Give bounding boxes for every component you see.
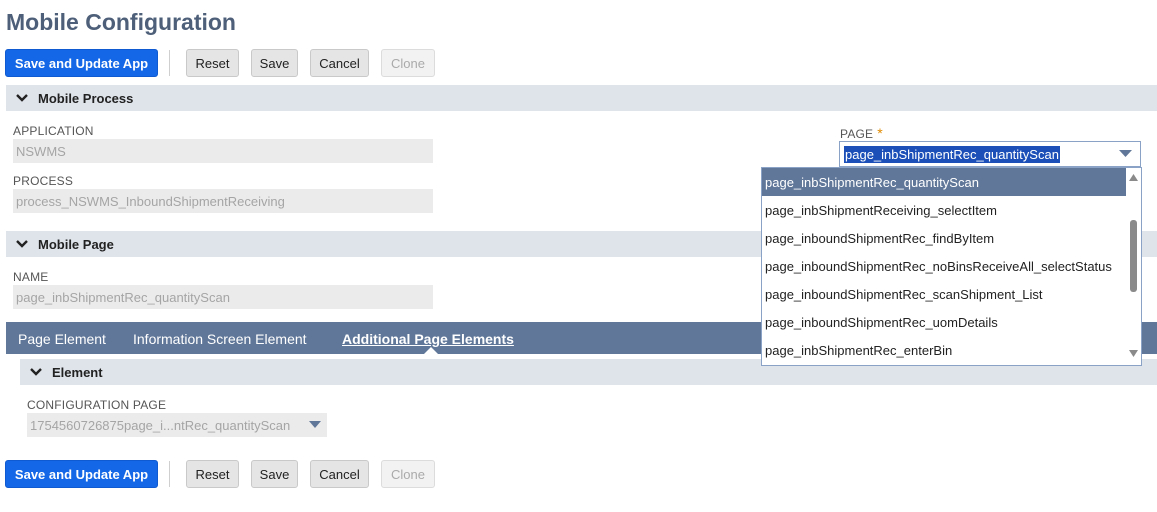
tab-page-element[interactable]: Page Element [18, 331, 106, 347]
dropdown-option[interactable]: page_inboundShipmentRec_uomDetails [762, 308, 1127, 336]
cancel-button[interactable]: Cancel [310, 460, 369, 488]
scroll-up-arrow-icon[interactable] [1129, 174, 1138, 181]
page-label: PAGE * [840, 125, 883, 141]
configuration-page-select[interactable]: 1754560726875page_i...ntRec_quantityScan [27, 413, 327, 437]
tab-additional-page-elements[interactable]: Additional Page Elements [342, 331, 514, 347]
application-field: NSWMS [13, 139, 433, 163]
page-label-text: PAGE [840, 127, 874, 141]
section-mobile-process[interactable]: Mobile Process [6, 85, 1157, 111]
dropdown-option[interactable]: page_inboundShipmentRec_noBinsReceiveAll… [762, 252, 1127, 280]
dropdown-option[interactable]: page_inbShipmentReceiving_selectItem [762, 196, 1127, 224]
application-label: APPLICATION [13, 124, 94, 138]
chevron-down-icon [16, 94, 28, 102]
page-select-value[interactable]: page_inbShipmentRec_quantityScan [844, 146, 1060, 163]
configuration-page-label: CONFIGURATION PAGE [27, 398, 167, 412]
page-dropdown-list[interactable]: page_inbShipmentRec_quantityScan page_in… [761, 167, 1142, 366]
dropdown-option[interactable]: page_inboundShipmentRec_scanShipment_Lis… [762, 280, 1127, 308]
dropdown-arrow-icon[interactable] [309, 421, 321, 429]
toolbar-divider [169, 461, 170, 487]
section-title: Mobile Page [38, 236, 114, 252]
toolbar-divider [169, 50, 170, 76]
clone-button[interactable]: Clone [381, 460, 435, 488]
page-title: Mobile Configuration [6, 9, 236, 35]
process-label: PROCESS [13, 174, 74, 188]
page-select[interactable]: page_inbShipmentRec_quantityScan [839, 141, 1141, 167]
cancel-button[interactable]: Cancel [310, 49, 369, 77]
save-button[interactable]: Save [251, 460, 298, 488]
save-button[interactable]: Save [251, 49, 298, 77]
name-field: page_inbShipmentRec_quantityScan [13, 285, 433, 309]
dropdown-option[interactable]: page_inboundShipmentRec_findByItem [762, 224, 1127, 252]
reset-button[interactable]: Reset [186, 460, 239, 488]
dropdown-arrow-icon[interactable] [1119, 150, 1132, 158]
dropdown-option[interactable]: page_inbShipmentRec_quantityScan [762, 168, 1127, 196]
save-and-update-app-button[interactable]: Save and Update App [5, 49, 158, 77]
scroll-down-arrow-icon[interactable] [1129, 350, 1138, 357]
chevron-down-icon [30, 368, 42, 376]
scrollbar-thumb[interactable] [1130, 220, 1137, 292]
active-tab-indicator [424, 347, 438, 354]
chevron-down-icon [16, 240, 28, 248]
section-title: Mobile Process [38, 90, 134, 106]
required-indicator: * [877, 125, 883, 141]
reset-button[interactable]: Reset [186, 49, 239, 77]
save-and-update-app-button[interactable]: Save and Update App [5, 460, 158, 488]
section-title: Element [52, 364, 103, 380]
dropdown-scrollbar[interactable] [1126, 168, 1141, 365]
name-label: NAME [13, 270, 49, 284]
tab-information-screen-element[interactable]: Information Screen Element [133, 331, 307, 347]
process-field: process_NSWMS_InboundShipmentReceiving [13, 189, 433, 213]
configuration-page-value: 1754560726875page_i...ntRec_quantityScan [30, 417, 291, 433]
clone-button[interactable]: Clone [381, 49, 435, 77]
dropdown-option[interactable]: page_inbShipmentRec_enterBin [762, 336, 1127, 364]
